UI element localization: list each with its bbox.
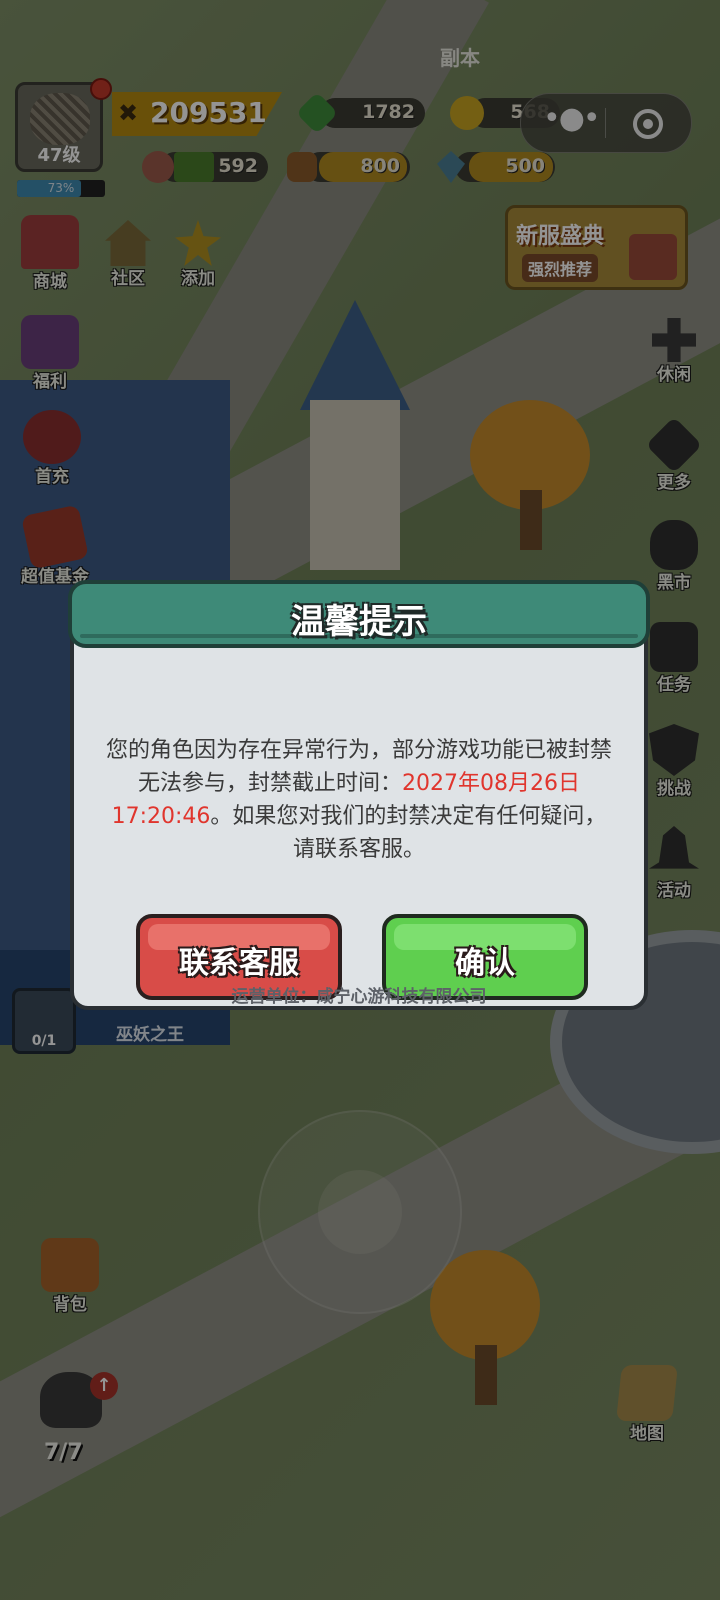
warning-dialog: 您的角色因为存在异常行为，部分游戏功能已被封禁无法参与，封禁截止时间：2027年… — [68, 580, 650, 1016]
ban-message: 您的角色因为存在异常行为，部分游戏功能已被封禁无法参与，封禁截止时间：2027年… — [102, 734, 616, 866]
operator-info: 运营单位：咸宁心游科技有限公司 — [231, 987, 487, 1007]
dialog-body: 您的角色因为存在异常行为，部分游戏功能已被封禁无法参与，封禁截止时间：2027年… — [70, 610, 648, 1010]
dialog-title: 温馨提示 — [291, 602, 427, 642]
ban-message-part2: 。如果您对我们的封禁决定有任何疑问，请联系客服。 — [210, 804, 607, 862]
contact-support-label: 联系客服 — [179, 946, 299, 981]
confirm-label: 确认 — [455, 946, 515, 981]
dialog-header: 温馨提示 — [68, 580, 650, 648]
